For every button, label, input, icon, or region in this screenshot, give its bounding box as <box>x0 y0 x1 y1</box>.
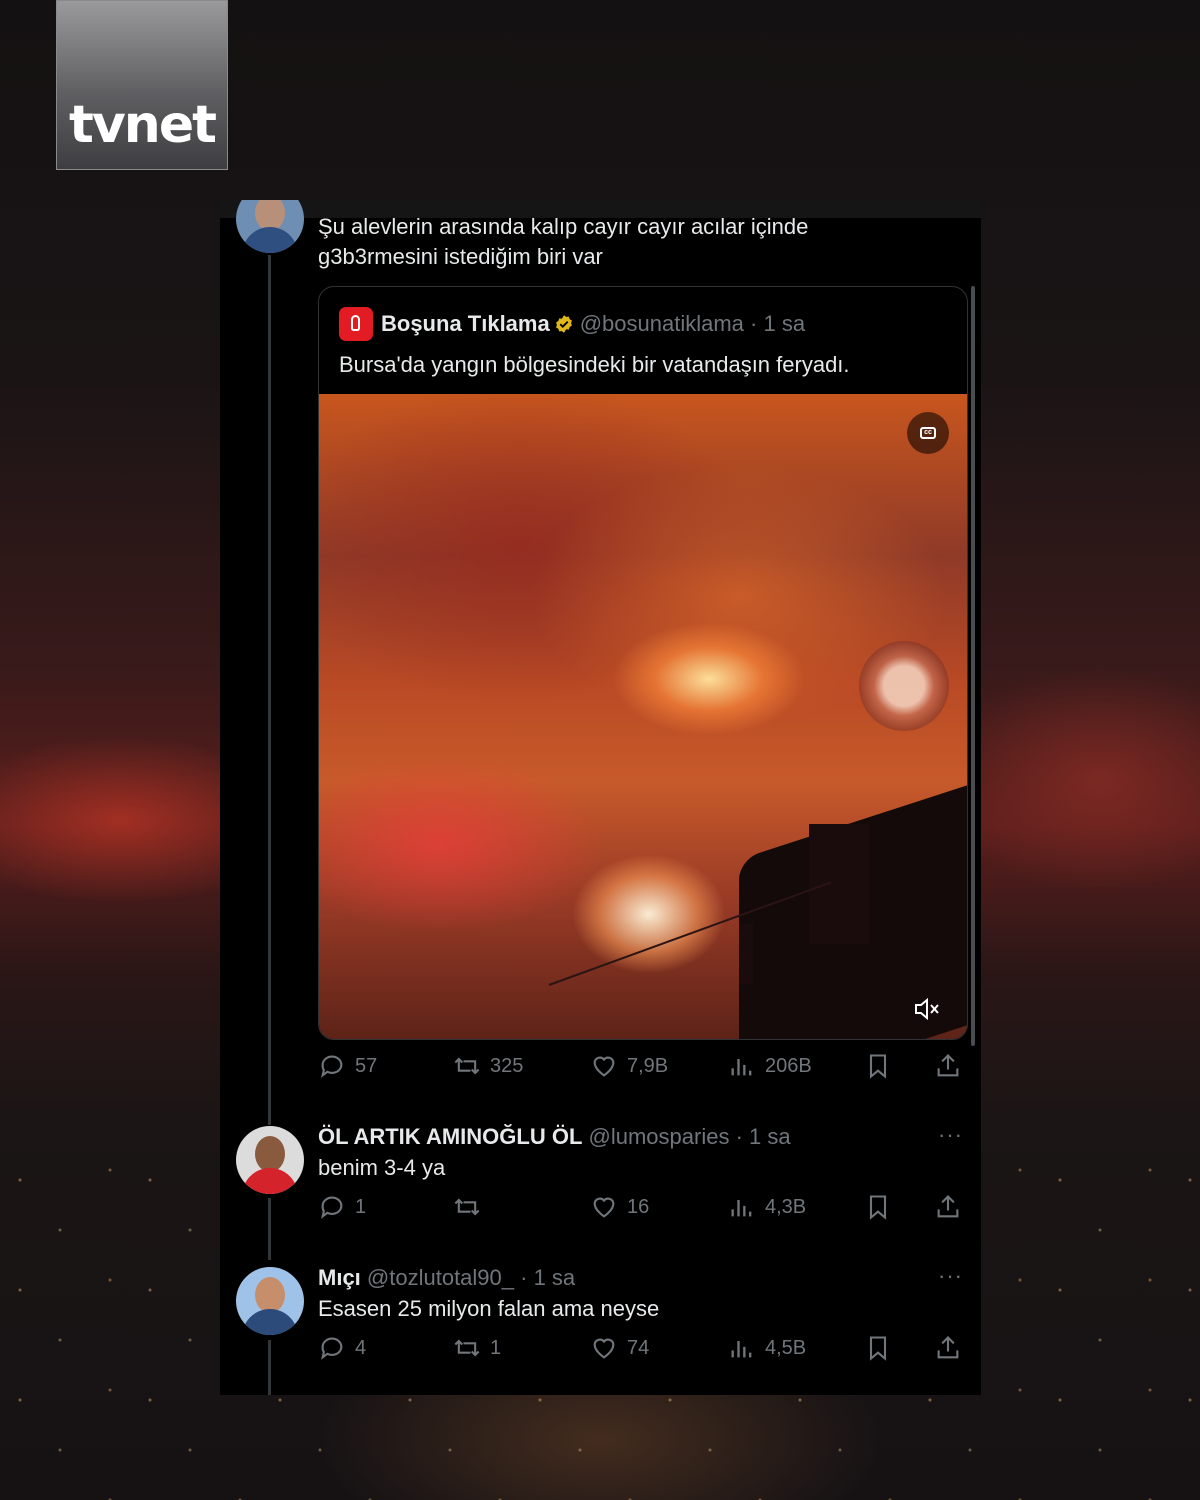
reply-2-actions: 4 1 74 4,5B <box>318 1334 968 1370</box>
more-icon[interactable]: ··· <box>938 1122 963 1148</box>
top-tweet-text-line-1: Şu alevlerin arasında kalıp cayır cayır … <box>318 214 809 239</box>
bookmark-button[interactable] <box>864 1193 892 1221</box>
like-count: 16 <box>627 1195 650 1218</box>
more-icon[interactable]: ··· <box>938 1263 963 1289</box>
like-icon <box>593 1338 615 1359</box>
share-icon <box>937 1195 959 1218</box>
top-tweet-text-line-2: g3b3rmesini istediğim biri var <box>318 244 603 269</box>
share-icon <box>937 1054 959 1077</box>
fire-video[interactable]: cc <box>319 394 967 1039</box>
thread-line-reply-1 <box>268 1198 271 1260</box>
thread-line-main <box>268 255 271 1125</box>
reply-2-handle[interactable]: @tozlutotal90_ <box>367 1265 514 1290</box>
like-icon <box>593 1197 615 1218</box>
reply-button[interactable]: 4 <box>318 1334 366 1362</box>
share-button[interactable] <box>934 1193 962 1221</box>
reply-2-text: Esasen 25 milyon falan ama neyse <box>318 1296 660 1321</box>
video-light-orb <box>859 641 949 731</box>
reply-icon <box>321 1196 343 1219</box>
logo-text: tvnet <box>69 95 217 155</box>
views-icon <box>731 1341 752 1358</box>
retweet-icon <box>454 1339 480 1357</box>
views-count: 4,3B <box>765 1195 807 1218</box>
reply-1-header: ÖL ARTIK AMINOĞLU ÖL @lumosparies · 1 sa <box>318 1122 791 1152</box>
verified-icon <box>555 315 572 333</box>
bookmark-icon <box>869 1054 887 1079</box>
retweet-button[interactable]: 325 <box>453 1052 523 1080</box>
like-button[interactable]: 16 <box>590 1193 649 1221</box>
reply-button[interactable]: 1 <box>318 1193 366 1221</box>
cc-button[interactable]: cc <box>907 412 949 454</box>
quoted-tweet-time: · 1 sa <box>750 311 806 336</box>
views-button[interactable]: 4,5B <box>728 1334 806 1362</box>
like-button[interactable]: 7,9B <box>590 1052 668 1080</box>
avatar-reply-1[interactable] <box>236 1126 304 1194</box>
reply-icon <box>321 1055 343 1078</box>
views-button[interactable]: 4,3B <box>728 1193 806 1221</box>
reply-button[interactable]: 57 <box>318 1052 377 1080</box>
quoted-tweet-card[interactable]: Boşuna Tıklama @bosunatiklama · 1 sa Burs… <box>318 286 968 1040</box>
views-icon <box>731 1200 752 1217</box>
share-button[interactable] <box>934 1334 962 1362</box>
quoted-account-handle[interactable]: @bosunatiklama <box>580 311 744 336</box>
retweet-icon <box>454 1198 480 1216</box>
video-pole-silhouette <box>739 924 753 984</box>
views-count: 206B <box>765 1054 812 1077</box>
views-count: 4,5B <box>765 1336 807 1359</box>
bookmark-button[interactable] <box>864 1052 892 1080</box>
retweet-icon <box>454 1057 480 1075</box>
quoted-tweet-text: Bursa'da yangın bölgesindeki bir vatanda… <box>339 352 850 377</box>
retweet-button[interactable] <box>453 1193 490 1221</box>
thread-line-reply-2 <box>268 1340 271 1395</box>
video-chimney-silhouette <box>809 824 869 944</box>
bookmark-icon <box>869 1336 887 1361</box>
mute-icon[interactable] <box>911 994 941 1024</box>
retweet-count: 325 <box>490 1054 524 1077</box>
like-button[interactable]: 74 <box>590 1334 649 1362</box>
avatar-reply-2[interactable] <box>236 1267 304 1335</box>
reply-1-text: benim 3-4 ya <box>318 1155 446 1180</box>
share-button[interactable] <box>934 1052 962 1080</box>
avatar-top-tweet[interactable] <box>236 200 304 253</box>
tvnet-logo: tvnet <box>56 0 228 170</box>
reply-2-name[interactable]: Mıçı <box>318 1265 361 1290</box>
reply-count: 57 <box>355 1054 378 1077</box>
views-icon <box>731 1059 752 1076</box>
quoted-account-name[interactable]: Boşuna Tıklama <box>381 311 550 336</box>
like-icon <box>593 1056 615 1077</box>
reply-1-time: · 1 sa <box>735 1124 791 1149</box>
bookmark-button[interactable] <box>864 1334 892 1362</box>
reply-2-time: · 1 sa <box>520 1265 576 1290</box>
top-tweet-actions: 57 325 7,9B 206B <box>318 1052 968 1088</box>
reply-1-actions: 1 16 4,3B <box>318 1193 968 1229</box>
like-count: 7,9B <box>627 1054 669 1077</box>
quoted-tweet-header: Boşuna Tıklama @bosunatiklama · 1 sa <box>381 309 805 339</box>
scrollbar[interactable] <box>971 286 975 1046</box>
reply-2-header: Mıçı @tozlutotal90_ · 1 sa <box>318 1263 575 1293</box>
retweet-count: 1 <box>490 1336 502 1359</box>
cc-icon: cc <box>920 427 936 439</box>
share-icon <box>937 1336 959 1359</box>
retweet-button[interactable]: 1 <box>453 1334 501 1362</box>
views-button[interactable]: 206B <box>728 1052 812 1080</box>
reply-count: 1 <box>355 1195 367 1218</box>
bookmark-icon <box>869 1195 887 1220</box>
tweet-thread-panel: Şu alevlerin arasında kalıp cayır cayır … <box>220 200 981 1395</box>
like-count: 74 <box>627 1336 650 1359</box>
reply-count: 4 <box>355 1336 367 1359</box>
reply-1-name[interactable]: ÖL ARTIK AMINOĞLU ÖL <box>318 1124 582 1149</box>
reply-1-handle[interactable]: @lumosparies <box>589 1124 730 1149</box>
reply-icon <box>321 1337 343 1360</box>
quoted-account-avatar[interactable] <box>339 307 373 341</box>
